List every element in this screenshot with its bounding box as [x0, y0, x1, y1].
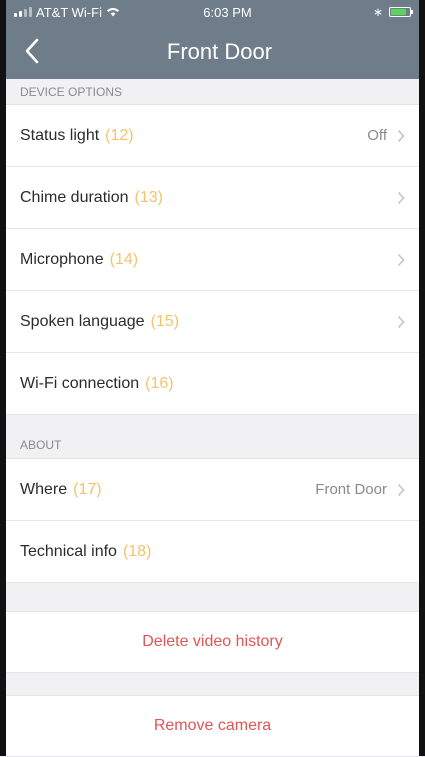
section-header-device-options: DEVICE OPTIONS [6, 79, 419, 105]
row-value: Front Door [315, 481, 387, 498]
row-label: Where (17) [20, 480, 102, 498]
spacer [6, 583, 419, 611]
row-label: Chime duration (13) [20, 188, 163, 206]
row-microphone[interactable]: Microphone (14) [6, 229, 419, 291]
delete-video-history-button[interactable]: Delete video history [6, 611, 419, 673]
signal-icon [14, 7, 32, 17]
spacer [6, 673, 419, 695]
section-header-about: ABOUT [6, 415, 419, 459]
status-left: AT&T Wi-Fi [14, 5, 154, 20]
chevron-right-icon [397, 315, 405, 329]
carrier-label: AT&T Wi-Fi [36, 4, 102, 20]
page-title: Front Door [166, 39, 273, 64]
row-label: Spoken language (15) [20, 312, 180, 330]
status-time: 6:03 PM [203, 4, 252, 20]
row-wifi-connection[interactable]: Wi-Fi connection (16) [6, 353, 419, 415]
row-spoken-language[interactable]: Spoken language (15) [6, 291, 419, 353]
row-number: (16) [145, 374, 174, 392]
row-value: Off [367, 127, 387, 144]
chevron-right-icon [397, 129, 405, 143]
row-label: Microphone (14) [20, 250, 139, 268]
row-number: (12) [105, 126, 134, 144]
row-label: Wi-Fi connection (16) [20, 374, 174, 392]
status-right: ∗ [341, 5, 413, 19]
row-number: (17) [73, 480, 102, 498]
phone-screen: AT&T Wi-Fi 6:03 PM ∗ Front Door DEVICE O… [0, 0, 425, 757]
battery-icon [389, 7, 413, 17]
row-label: Technical info (18) [20, 542, 152, 560]
row-technical-info[interactable]: Technical info (18) [6, 521, 419, 583]
row-status-light[interactable]: Status light (12) Off [6, 105, 419, 167]
row-chime-duration[interactable]: Chime duration (13) [6, 167, 419, 229]
navigation-bar: Front Door [6, 24, 419, 79]
wifi-icon [106, 7, 120, 17]
chevron-right-icon [397, 191, 405, 205]
row-number: (15) [150, 312, 180, 330]
chevron-right-icon [397, 253, 405, 267]
row-number: (18) [122, 542, 152, 560]
chevron-right-icon [397, 483, 405, 497]
bluetooth-icon: ∗ [372, 5, 383, 19]
row-where[interactable]: Where (17) Front Door [6, 459, 419, 521]
row-label: Status light (12) [20, 126, 134, 144]
row-number: (14) [109, 250, 139, 268]
remove-camera-button[interactable]: Remove camera [6, 695, 419, 757]
status-bar: AT&T Wi-Fi 6:03 PM ∗ [6, 0, 419, 24]
row-number: (13) [134, 188, 163, 206]
